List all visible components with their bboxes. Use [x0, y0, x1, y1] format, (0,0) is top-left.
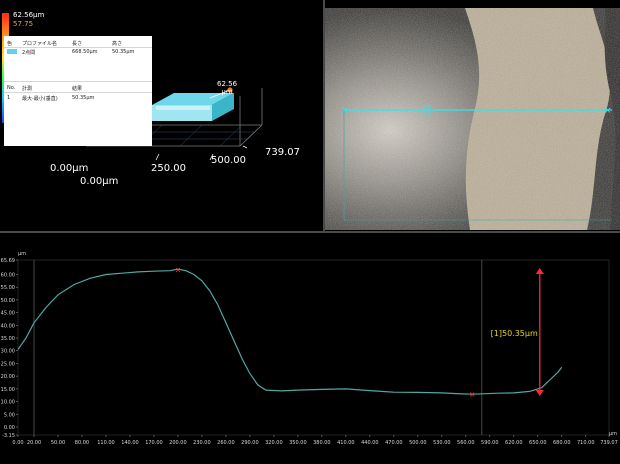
x-tick-label: 470.00 [385, 440, 403, 446]
x-tick-label: 80.00 [75, 440, 89, 446]
y-tick-label: 40.00 [1, 323, 15, 329]
x-tick-label: 530.00 [433, 440, 451, 446]
y-tick-label: 60.00 [1, 272, 15, 278]
extremum-marker[interactable]: × [175, 265, 182, 274]
col-length: 長さ [72, 41, 83, 47]
x-tick-label: 20.00 [27, 440, 41, 446]
dimension-arrow-top [535, 267, 544, 274]
col-measure: 計測 [22, 86, 33, 92]
optical-image-panel[interactable]: × × [325, 8, 620, 230]
axis-label-x250: 250.00 [151, 163, 186, 174]
profile-chart[interactable]: 65.69 60.00 55.00 50.00 45.00 40.00 35.00 30.00… [0, 233, 620, 464]
y-tick-label: 5.00 [4, 412, 15, 418]
axis-label-x739: 739.07 [265, 147, 300, 158]
profile-height: 50.35μm [112, 49, 135, 55]
col-no: No. [7, 85, 16, 91]
x-tick-label: 230.00 [193, 440, 211, 446]
x-tick-label: 590.00 [481, 440, 499, 446]
x-tick-label: 110.00 [97, 440, 115, 446]
x-axis-ticks: 0.00 20.00 50.00 80.00 110.00 140.00 170.00 200… [12, 435, 618, 446]
height-dimension[interactable]: [1]50.35μm [491, 267, 544, 396]
x-tick-label: 710.00 [577, 440, 595, 446]
x-tick-label: 739.07 [600, 440, 618, 446]
dimension-arrow-bottom [535, 389, 544, 396]
x-tick-label: 0.00 [12, 440, 23, 446]
x-tick-label: 680.00 [553, 440, 571, 446]
axis-label-x500: 500.00 [211, 155, 246, 166]
x-tick-label: 50.00 [51, 440, 65, 446]
y-tick-label: 65.69 [1, 258, 15, 264]
y-unit-label: μm [18, 251, 26, 257]
y-tick-label: 55.00 [1, 285, 15, 291]
measure-result: 50.35μm [72, 95, 95, 101]
plot-frame [17, 259, 610, 436]
chart-cursor-lines[interactable] [33, 260, 483, 435]
svg-text:×: × [604, 106, 612, 116]
col-profile-name: プロファイル名 [22, 41, 58, 47]
x-tick-label: 140.00 [121, 440, 139, 446]
measure-type: 最大-最小(垂直) [22, 96, 58, 102]
y-tick-label: 15.00 [1, 387, 15, 393]
y-tick-label: -3.15 [2, 433, 15, 439]
profile-data-table: 色 プロファイル名 長さ 高さ 2点間 668.50μm 50.35μm No.… [4, 36, 152, 146]
profile-line-overlay[interactable]: × × [325, 8, 620, 230]
col-height: 高さ [112, 41, 123, 47]
y-tick-label: 10.00 [1, 400, 15, 406]
x-tick-label: 410.00 [337, 440, 355, 446]
dimension-label: [1]50.35μm [491, 329, 538, 338]
y-tick-label: 50.00 [1, 298, 15, 304]
col-color: 色 [7, 41, 13, 47]
x-tick-label: 560.00 [457, 440, 475, 446]
x-tick-label: 200.00 [169, 440, 187, 446]
axis-label-y0: 0.00μm [50, 163, 89, 174]
peak-label: 62.56 μm [217, 80, 238, 96]
x-unit-label: μm [609, 431, 617, 437]
extrema-markers[interactable]: ×× [175, 265, 476, 399]
measure-no: 1 [7, 95, 11, 101]
x-tick-label: 260.00 [217, 440, 235, 446]
axis-label-x0: 0.00μm [80, 176, 119, 187]
x-tick-label: 500.00 [409, 440, 427, 446]
profile-length: 668.50μm [72, 49, 98, 55]
profile-name: 2点間 [22, 50, 36, 56]
extremum-marker[interactable]: × [469, 390, 476, 399]
x-tick-label: 380.00 [313, 440, 331, 446]
y-tick-label: 20.00 [1, 374, 15, 380]
y-tick-label: 30.00 [1, 349, 15, 355]
x-tick-label: 320.00 [265, 440, 283, 446]
x-tick-label: 650.00 [529, 440, 547, 446]
x-tick-label: 440.00 [361, 440, 379, 446]
y-tick-label: 0.00 [4, 425, 15, 431]
x-tick-label: 290.00 [241, 440, 259, 446]
y-tick-label: 35.00 [1, 336, 15, 342]
col-result: 結果 [72, 86, 83, 92]
svg-text:×: × [341, 106, 349, 116]
x-tick-label: 170.00 [145, 440, 163, 446]
x-tick-label: 620.00 [505, 440, 523, 446]
chart-gridlines [17, 259, 610, 436]
y-axis-ticks: 65.69 60.00 55.00 50.00 45.00 40.00 35.00 30.00… [1, 258, 18, 439]
y-tick-label: 25.00 [1, 361, 15, 367]
3d-view-panel[interactable]: 62.56μm 57.75 62.56 μm 0.00μm 0.00μm 250… [0, 0, 323, 230]
y-tick-label: 45.00 [1, 311, 15, 317]
profile-color-swatch [7, 49, 17, 54]
x-tick-label: 350.00 [289, 440, 307, 446]
profile-line[interactable] [17, 268, 563, 395]
